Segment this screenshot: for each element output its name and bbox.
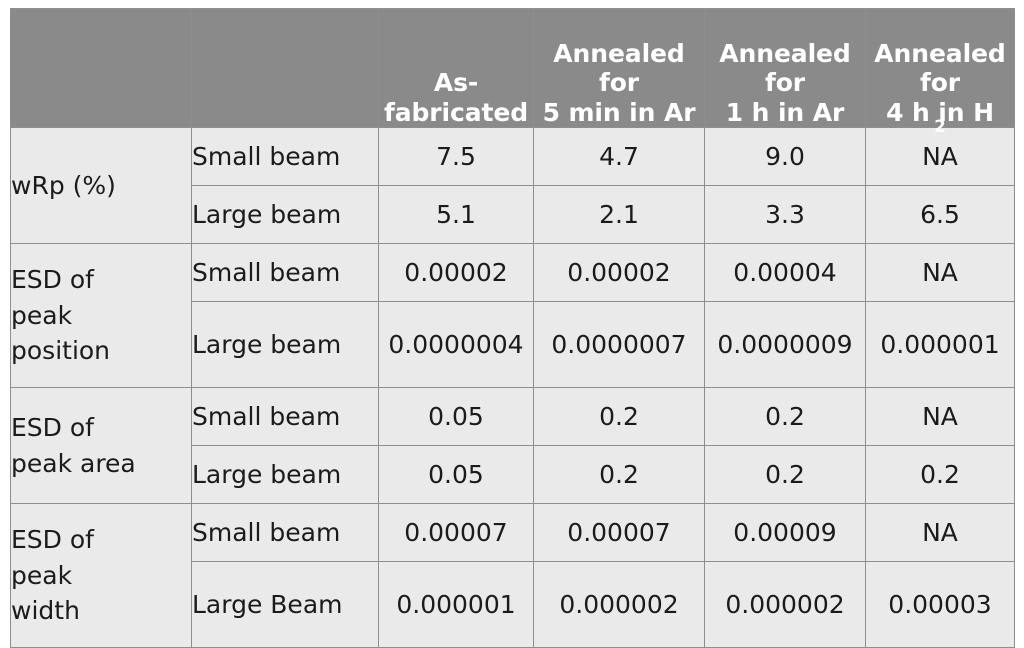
- row-group-label-wrp: wRp (%): [10, 127, 192, 244]
- beam-label: Large beam: [191, 301, 379, 388]
- cell-value: 0.000001: [865, 301, 1015, 388]
- beam-label: Large beam: [191, 185, 379, 244]
- cell-value: 0.00007: [378, 503, 534, 562]
- header-line: Annealed: [553, 38, 685, 68]
- table-row: ESD of peak position Small beam 0.00002 …: [10, 243, 1015, 388]
- cell-value: 0.00004: [704, 243, 866, 302]
- table-row: wRp (%) Small beam 7.5 4.7 9.0 NA: [10, 127, 1015, 244]
- header-corner-blank-beam: [191, 8, 379, 128]
- row-group-label-line: peak: [11, 560, 73, 590]
- beam-label: Small beam: [191, 387, 379, 446]
- header-line: for: [598, 68, 640, 97]
- column-header-as-fabricated: As- fabricated: [378, 8, 534, 128]
- column-header-annealed-4h-h2: Annealed for 4 h in H2: [865, 8, 1015, 135]
- row-group-label-line: ESD of: [11, 265, 94, 295]
- cell-value: NA: [865, 127, 1015, 186]
- cell-value: 0.0000007: [533, 301, 705, 388]
- cell-value: 7.5: [378, 127, 534, 186]
- cell-value: 0.00009: [704, 503, 866, 562]
- header-line: 1 h in Ar: [725, 97, 845, 127]
- cell-value: NA: [865, 387, 1015, 446]
- cell-value: NA: [865, 243, 1015, 302]
- results-table: As- fabricated Annealed for 5 min in Ar …: [10, 8, 1015, 648]
- row-group-label-line: peak area: [11, 448, 136, 478]
- table-row: ESD of peak area Small beam 0.05 0.2 0.2…: [10, 387, 1015, 504]
- row-group-label-esd-peak-width: ESD of peak width: [10, 503, 192, 648]
- beam-label: Large Beam: [191, 561, 379, 648]
- header-line: Annealed: [874, 38, 1006, 68]
- beam-label: Large beam: [191, 445, 379, 504]
- cell-value: 0.0000009: [704, 301, 866, 388]
- cell-value: 9.0: [704, 127, 866, 186]
- cell-value: 0.00003: [865, 561, 1015, 648]
- beam-label: Small beam: [191, 243, 379, 302]
- cell-value: 5.1: [378, 185, 534, 244]
- table-body: wRp (%) Small beam 7.5 4.7 9.0 NA Large …: [10, 127, 1015, 648]
- row-group-label-esd-peak-area: ESD of peak area: [10, 387, 192, 504]
- table-header: As- fabricated Annealed for 5 min in Ar …: [10, 8, 1015, 135]
- cell-value: 0.2: [704, 387, 866, 446]
- header-line: for: [919, 68, 961, 97]
- cell-value: 0.0000004: [378, 301, 534, 388]
- cell-value: 0.2: [865, 445, 1015, 504]
- cell-value: 0.00002: [533, 243, 705, 302]
- cell-value: 0.000002: [704, 561, 866, 648]
- header-line-with-subscript: 4 h in H2: [866, 98, 1014, 135]
- cell-value: 0.2: [533, 445, 705, 504]
- cell-value: 6.5: [865, 185, 1015, 244]
- cell-value: 3.3: [704, 185, 866, 244]
- cell-value: 0.05: [378, 387, 534, 446]
- cell-value: 0.00002: [378, 243, 534, 302]
- beam-label: Small beam: [191, 503, 379, 562]
- row-group-label-line: wRp (%): [11, 170, 116, 200]
- cell-value: 4.7: [533, 127, 705, 186]
- cell-value: 0.05: [378, 445, 534, 504]
- beam-label: Small beam: [191, 127, 379, 186]
- row-group-label-line: ESD of: [11, 413, 94, 442]
- header-line: for: [764, 68, 806, 97]
- row-group-label-esd-peak-position: ESD of peak position: [10, 243, 192, 388]
- header-row: As- fabricated Annealed for 5 min in Ar …: [10, 8, 1015, 135]
- table-row: ESD of peak width Small beam 0.00007 0.0…: [10, 503, 1015, 648]
- row-group-label-line: width: [11, 596, 80, 626]
- cell-value: 0.000002: [533, 561, 705, 648]
- cell-value: 0.000001: [378, 561, 534, 648]
- cell-value: NA: [865, 503, 1015, 562]
- row-group-label-line: ESD of: [11, 525, 94, 555]
- column-header-annealed-5min-ar: Annealed for 5 min in Ar: [533, 8, 705, 128]
- header-line: 5 min in Ar: [542, 97, 696, 127]
- row-group-label-line: position: [11, 336, 111, 366]
- cell-value: 2.1: [533, 185, 705, 244]
- cell-value: 0.00007: [533, 503, 705, 562]
- header-line: As-: [433, 68, 479, 97]
- header-line: fabricated: [383, 97, 529, 127]
- row-group-label-line: peak: [11, 300, 73, 330]
- header-line: Annealed: [719, 38, 851, 68]
- header-corner-blank: [10, 8, 192, 128]
- cell-value: 0.2: [533, 387, 705, 446]
- results-table-container: As- fabricated Annealed for 5 min in Ar …: [10, 8, 1015, 648]
- column-header-annealed-1h-ar: Annealed for 1 h in Ar: [704, 8, 866, 128]
- cell-value: 0.2: [704, 445, 866, 504]
